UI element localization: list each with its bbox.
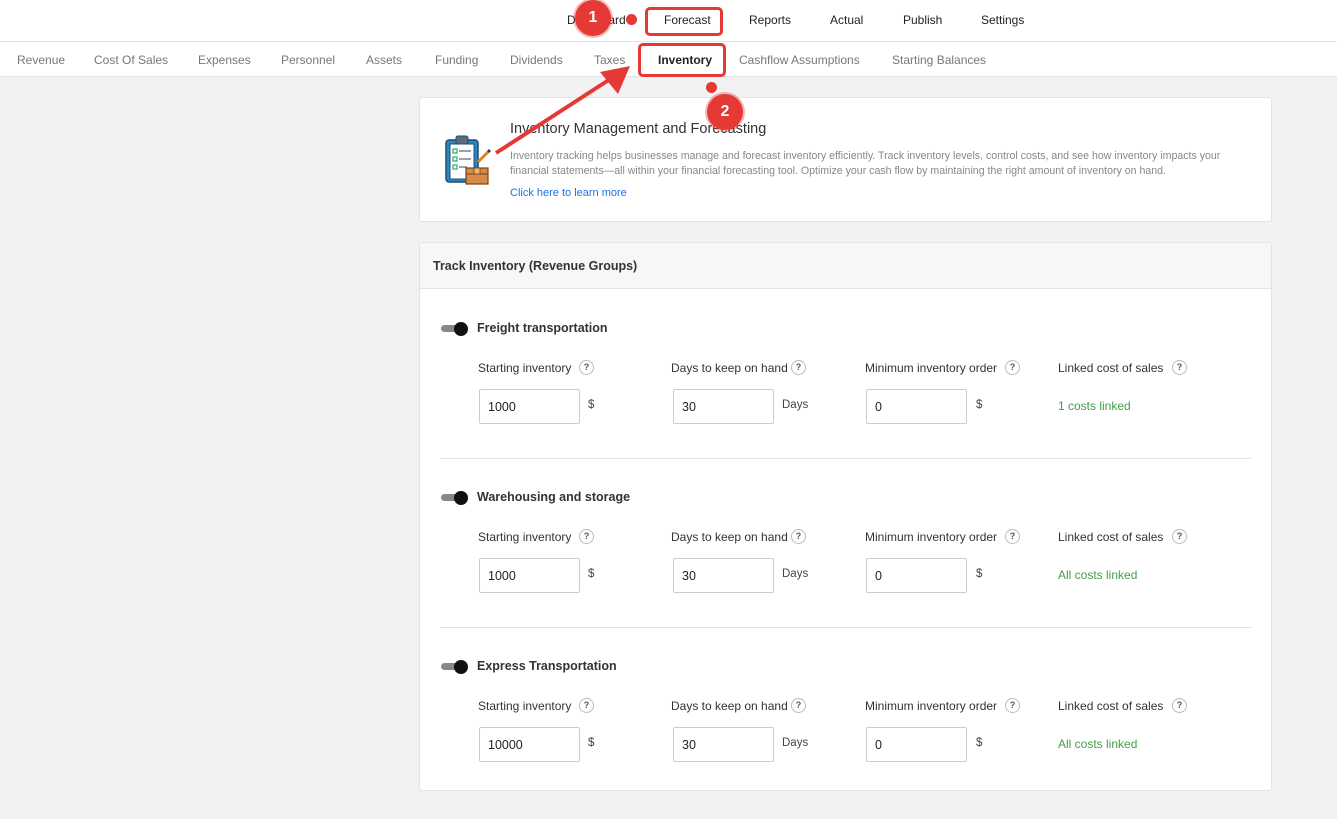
days-on-hand-input[interactable] (673, 558, 774, 593)
group-name: Freight transportation (477, 321, 608, 335)
starting-inventory-input[interactable] (479, 558, 580, 593)
track-inventory-header: Track Inventory (Revenue Groups) (420, 243, 1271, 289)
tab-expenses[interactable]: Expenses (198, 53, 251, 67)
linked-cost-label: Linked cost of sales (1058, 699, 1164, 713)
currency-unit: $ (588, 399, 595, 411)
topnav-settings[interactable]: Settings (981, 13, 1024, 27)
inventory-info-card: Inventory Management and Forecasting Inv… (419, 97, 1272, 222)
days-on-hand-input[interactable] (673, 727, 774, 762)
tab-cashflow-assumptions[interactable]: Cashflow Assumptions (739, 53, 860, 67)
starting-inventory-label: Starting inventory (478, 699, 572, 713)
days-unit: Days (782, 399, 809, 411)
group-name: Warehousing and storage (477, 490, 631, 504)
linked-cost-label: Linked cost of sales (1058, 361, 1164, 375)
group-divider (440, 627, 1251, 628)
min-order-label: Minimum inventory order (865, 699, 998, 713)
help-icon[interactable]: ? (1005, 698, 1020, 713)
starting-inventory-label: Starting inventory (478, 530, 572, 544)
learn-more-link[interactable]: Click here to learn more (510, 187, 627, 199)
info-description: Inventory tracking helps businesses mana… (510, 150, 1221, 177)
min-order-label: Minimum inventory order (865, 361, 998, 375)
tab-cost-of-sales[interactable]: Cost Of Sales (94, 53, 168, 67)
help-icon[interactable]: ? (791, 698, 806, 713)
min-order-input[interactable] (866, 558, 967, 593)
topnav-forecast[interactable]: Forecast (664, 13, 711, 27)
currency-unit: $ (976, 737, 983, 749)
topnav-dashboard[interactable]: Dashboard (567, 13, 626, 27)
help-icon[interactable]: ? (1172, 529, 1187, 544)
help-icon[interactable]: ? (579, 698, 594, 713)
group-toggle[interactable] (441, 322, 469, 336)
help-icon[interactable]: ? (1005, 529, 1020, 544)
linked-cost-label: Linked cost of sales (1058, 530, 1164, 544)
tab-funding[interactable]: Funding (435, 53, 478, 67)
starting-inventory-label: Starting inventory (478, 361, 572, 375)
days-unit: Days (782, 737, 809, 749)
starting-inventory-input[interactable] (479, 727, 580, 762)
group-divider (440, 458, 1251, 459)
days-unit: Days (782, 568, 809, 580)
help-icon[interactable]: ? (791, 529, 806, 544)
days-on-hand-input[interactable] (673, 389, 774, 424)
tab-assets[interactable]: Assets (366, 53, 402, 67)
days-on-hand-label: Days to keep on hand (671, 361, 788, 375)
group-name: Express Transportation (477, 659, 617, 673)
help-icon[interactable]: ? (579, 360, 594, 375)
days-on-hand-label: Days to keep on hand (671, 699, 788, 713)
track-inventory-card: Track Inventory (Revenue Groups) Freight… (419, 242, 1272, 791)
tab-revenue[interactable]: Revenue (17, 53, 65, 67)
help-icon[interactable]: ? (1172, 698, 1187, 713)
min-order-label: Minimum inventory order (865, 530, 998, 544)
help-icon[interactable]: ? (1172, 360, 1187, 375)
tab-taxes[interactable]: Taxes (594, 53, 625, 67)
step-2-dot (706, 82, 717, 93)
days-on-hand-label: Days to keep on hand (671, 530, 788, 544)
tab-starting-balances[interactable]: Starting Balances (892, 53, 986, 67)
top-navigation: Dashboard Forecast Reports Actual Publis… (0, 0, 1337, 42)
currency-unit: $ (588, 568, 595, 580)
currency-unit: $ (976, 568, 983, 580)
tab-personnel[interactable]: Personnel (281, 53, 335, 67)
min-order-input[interactable] (866, 389, 967, 424)
help-icon[interactable]: ? (579, 529, 594, 544)
linked-costs-link[interactable]: 1 costs linked (1058, 399, 1131, 413)
track-inventory-title: Track Inventory (Revenue Groups) (433, 259, 638, 273)
topnav-publish[interactable]: Publish (903, 13, 942, 27)
help-icon[interactable]: ? (1005, 360, 1020, 375)
min-order-input[interactable] (866, 727, 967, 762)
info-title: Inventory Management and Forecasting (510, 121, 767, 137)
currency-unit: $ (588, 737, 595, 749)
linked-costs-link[interactable]: All costs linked (1058, 568, 1137, 582)
help-icon[interactable]: ? (791, 360, 806, 375)
tab-dividends[interactable]: Dividends (510, 53, 563, 67)
group-toggle[interactable] (441, 491, 469, 505)
currency-unit: $ (976, 399, 983, 411)
linked-costs-link[interactable]: All costs linked (1058, 737, 1137, 751)
topnav-actual[interactable]: Actual (830, 13, 863, 27)
starting-inventory-input[interactable] (479, 389, 580, 424)
clipboard-checklist-icon (442, 134, 492, 188)
tab-inventory[interactable]: Inventory (658, 53, 712, 67)
forecast-subnav: Revenue Cost Of Sales Expenses Personnel… (0, 42, 1337, 77)
topnav-reports[interactable]: Reports (749, 13, 791, 27)
group-toggle[interactable] (441, 660, 469, 674)
